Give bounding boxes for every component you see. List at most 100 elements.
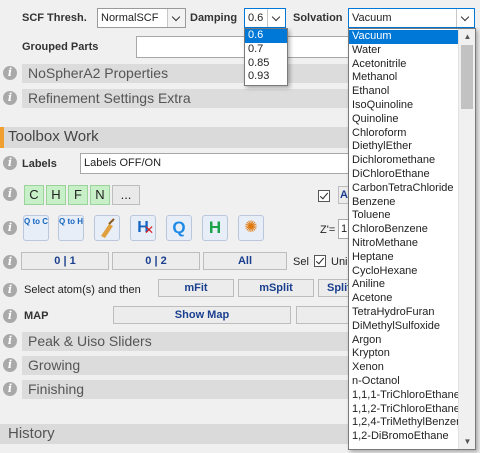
section-growing[interactable]: Growing — [22, 356, 350, 375]
red-x-icon: ✕ — [143, 223, 154, 237]
clean-broom-icon[interactable] — [94, 215, 120, 241]
solvation-option[interactable]: Dichloromethane — [349, 154, 458, 168]
solvation-option[interactable]: 1,2-DiBromoEthane — [349, 430, 458, 444]
history-header[interactable]: History — [0, 424, 350, 444]
scroll-down-icon[interactable]: ▼ — [459, 434, 476, 449]
scf-thresh-value: NormalSCF — [101, 12, 159, 24]
solvation-options: Vacuum Water Acetonitrile Methanol Ethanol Is… — [349, 30, 458, 444]
remove-h-icon[interactable]: H ✕ — [130, 215, 156, 241]
info-icon[interactable]: i — [3, 309, 17, 323]
info-icon[interactable]: i — [3, 283, 17, 297]
solvation-option[interactable]: DiMethylSulfoxide — [349, 320, 458, 334]
part-all-button[interactable]: All — [203, 252, 287, 270]
solvation-option[interactable]: 1,2,4-TriMethylBenzer — [349, 416, 458, 430]
chevron-down-icon — [267, 9, 285, 27]
info-icon[interactable]: i — [3, 382, 17, 396]
solvation-option[interactable]: Water — [349, 44, 458, 58]
info-icon[interactable]: i — [3, 255, 17, 269]
solvation-option[interactable]: DiethylEther — [349, 140, 458, 154]
solvation-option[interactable]: Krypton — [349, 347, 458, 361]
solvation-option[interactable]: CycloHexane — [349, 265, 458, 279]
info-icon[interactable]: i — [3, 156, 17, 170]
toolbox-work-title: Toolbox Work — [8, 128, 99, 145]
solvation-option[interactable]: CarbonTetraChloride — [349, 182, 458, 196]
scf-thresh-label: SCF Thresh. — [22, 12, 87, 24]
solvation-option[interactable]: Chloroform — [349, 127, 458, 141]
element-c-button[interactable]: C — [24, 185, 44, 205]
labels-label: Labels — [22, 158, 57, 170]
toolbox-checkbox[interactable] — [318, 190, 330, 202]
solvation-option[interactable]: Aniline — [349, 278, 458, 292]
grouped-parts-input[interactable] — [136, 36, 350, 58]
info-icon[interactable]: i — [3, 91, 17, 105]
scf-thresh-select[interactable]: NormalSCF — [97, 8, 186, 28]
solvation-option[interactable]: Acetone — [349, 292, 458, 306]
solvation-option[interactable]: Benzene — [349, 196, 458, 210]
part-0-2-button[interactable]: 0 | 2 — [112, 252, 200, 270]
q-refresh-icon[interactable]: Q — [166, 215, 192, 241]
info-icon[interactable]: i — [3, 187, 17, 201]
damping-value: 0.6 — [248, 12, 264, 24]
info-icon[interactable]: i — [3, 334, 17, 348]
solvation-option[interactable]: n-Octanol — [349, 375, 458, 389]
msplit-button[interactable]: mSplit — [238, 279, 314, 297]
labels-value: Labels OFF/ON — [84, 157, 162, 169]
section-refinement-extra[interactable]: Refinement Settings Extra — [22, 89, 350, 108]
q-to-h-icon[interactable]: Q to H — [58, 215, 84, 241]
solvation-select[interactable]: Vacuum — [348, 8, 475, 28]
solvation-option[interactable]: NitroMethane — [349, 237, 458, 251]
element-h-button[interactable]: H — [46, 185, 66, 205]
solvation-scrollbar[interactable]: ▲ ▼ — [458, 29, 475, 449]
split-button[interactable]: Split — [318, 279, 350, 297]
damping-select[interactable]: 0.6 — [244, 8, 286, 28]
info-icon[interactable]: i — [3, 66, 17, 80]
info-icon[interactable]: i — [3, 221, 17, 235]
select-atoms-text: Select atom(s) and then — [24, 284, 141, 296]
damping-option[interactable]: 0.7 — [245, 43, 287, 57]
element-n-button[interactable]: N — [90, 185, 110, 205]
grouped-parts-label: Grouped Parts — [22, 41, 99, 53]
solvation-option[interactable]: Methanol — [349, 71, 458, 85]
q-to-c-icon[interactable]: Q to C — [23, 215, 49, 241]
scroll-up-icon[interactable]: ▲ — [459, 29, 476, 44]
h-add-icon[interactable]: H — [202, 215, 228, 241]
solvation-option[interactable]: Xenon — [349, 361, 458, 375]
uniq-checkbox[interactable] — [314, 255, 326, 267]
solvation-option[interactable]: DiChloroEthane — [349, 168, 458, 182]
solvation-dropdown: Vacuum Water Acetonitrile Methanol Ethanol Is… — [348, 28, 476, 450]
map-secondary-button[interactable] — [296, 306, 350, 324]
mfit-button[interactable]: mFit — [158, 279, 234, 297]
map-label: MAP — [24, 310, 49, 322]
labels-select[interactable]: Labels OFF/ON — [80, 153, 350, 174]
solvation-option[interactable]: Toluene — [349, 209, 458, 223]
section-peak-uiso[interactable]: Peak & Uiso Sliders — [22, 332, 350, 351]
solvation-label: Solvation — [293, 12, 343, 24]
damping-label: Damping — [190, 12, 238, 24]
solvation-option[interactable]: Heptane — [349, 251, 458, 265]
damping-option[interactable]: 0.6 — [245, 29, 287, 43]
solvation-option[interactable]: Quinoline — [349, 113, 458, 127]
solvation-option[interactable]: Ethanol — [349, 85, 458, 99]
solvation-value: Vacuum — [352, 12, 392, 24]
solvation-option[interactable]: 1,1,1-TriChloroEthane — [349, 389, 458, 403]
solvation-option[interactable]: TetraHydroFuran — [349, 306, 458, 320]
damping-option[interactable]: 0.85 — [245, 57, 287, 71]
section-finishing[interactable]: Finishing — [22, 380, 350, 399]
solvation-option[interactable]: ChloroBenzene — [349, 223, 458, 237]
solvation-option[interactable]: IsoQuinoline — [349, 99, 458, 113]
part-0-1-button[interactable]: 0 | 1 — [21, 252, 109, 270]
info-icon[interactable]: i — [3, 358, 17, 372]
center-atoms-icon[interactable]: ✺ — [238, 215, 264, 241]
solvation-option[interactable]: Vacuum — [349, 30, 458, 44]
toolbox-work-header[interactable]: Toolbox Work — [0, 127, 350, 148]
section-nosphera2[interactable]: NoSpherA2 Properties — [22, 64, 350, 83]
element-more-button[interactable]: ... — [112, 185, 140, 205]
solvation-option[interactable]: Argon — [349, 334, 458, 348]
damping-option[interactable]: 0.93 — [245, 70, 287, 84]
scroll-thumb[interactable] — [461, 45, 473, 109]
solvation-option[interactable]: Acetonitrile — [349, 58, 458, 72]
element-f-button[interactable]: F — [68, 185, 88, 205]
z-prime-label: Z'= — [320, 224, 336, 236]
show-map-button[interactable]: Show Map — [113, 306, 291, 324]
solvation-option[interactable]: 1,1,2-TriChloroEthane — [349, 403, 458, 417]
